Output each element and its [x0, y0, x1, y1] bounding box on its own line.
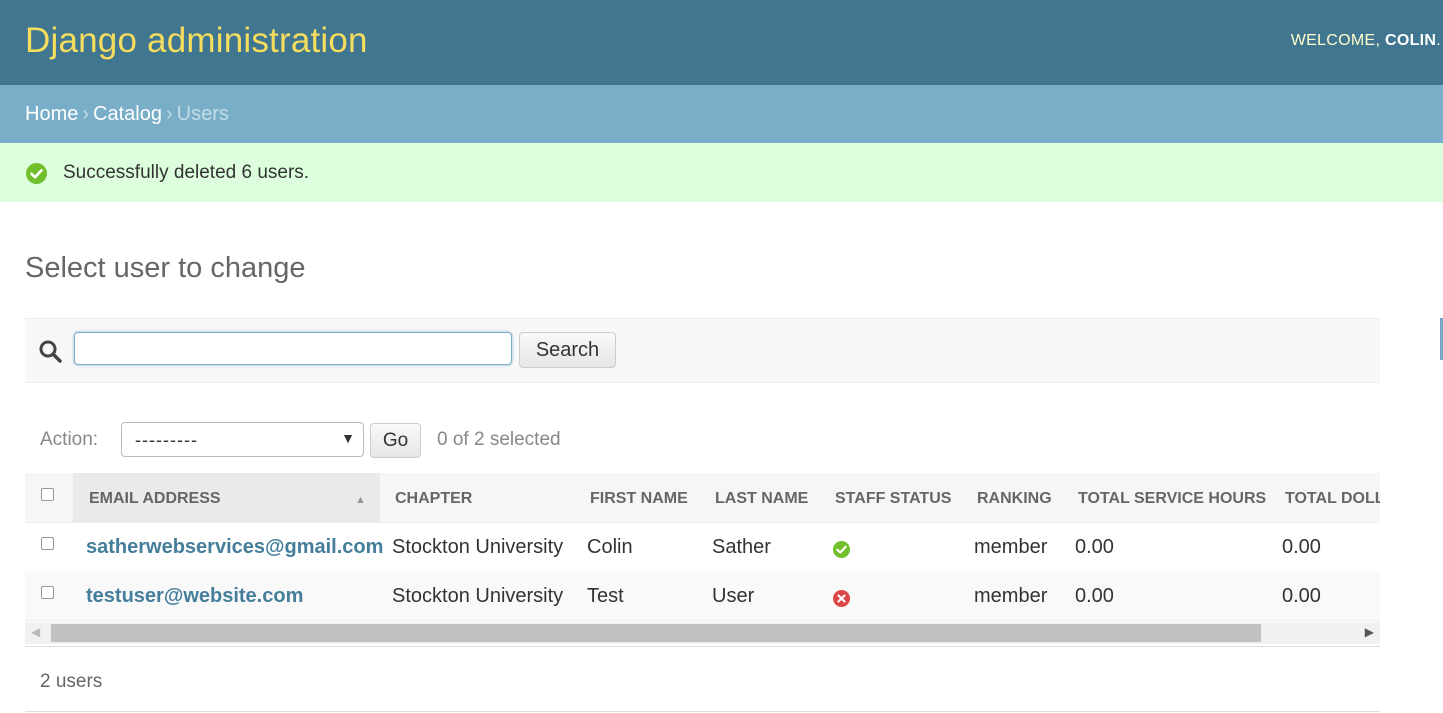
search-icon: [39, 340, 62, 363]
select-all-checkbox[interactable]: [41, 488, 54, 501]
scrollbar-thumb[interactable]: [51, 624, 1261, 642]
action-counter: 0 of 2 selected: [437, 429, 561, 450]
welcome-text: WELCOME,: [1290, 32, 1381, 49]
table-row: satherwebservices@gmail.com Stockton Uni…: [25, 522, 1380, 572]
breadcrumb-current: Users: [176, 103, 229, 125]
scroll-right-arrow-icon[interactable]: ▶: [1365, 625, 1374, 639]
column-header-total-service-hours[interactable]: TOTAL SERVICE HOURS: [1078, 490, 1266, 508]
results-table: EMAIL ADDRESS ▲ CHAPTER FIRST NAME LAST …: [25, 473, 1380, 621]
horizontal-scrollbar[interactable]: ◀ ▶: [25, 622, 1380, 644]
cell-last-name: User: [712, 585, 755, 607]
column-header-first-name[interactable]: FIRST NAME: [590, 490, 688, 508]
table-header: EMAIL ADDRESS ▲ CHAPTER FIRST NAME LAST …: [25, 473, 1380, 523]
action-label: Action:: [40, 429, 99, 450]
dropdown-arrow-icon: ▼: [341, 430, 355, 446]
search-input[interactable]: [74, 332, 512, 365]
site-title[interactable]: Django administration: [25, 21, 368, 61]
breadcrumb: Home › Catalog › Users: [0, 85, 1443, 143]
x-circle-icon: [833, 590, 850, 607]
breadcrumb-separator: ›: [165, 103, 173, 125]
cell-total-dollars: 0.00: [1282, 585, 1321, 607]
cell-ranking: member: [974, 585, 1048, 607]
column-header-email[interactable]: EMAIL ADDRESS: [89, 490, 221, 508]
check-circle-icon: [833, 541, 850, 558]
header: Django administration WELCOME, COLIN.: [0, 0, 1443, 85]
row-checkbox[interactable]: [41, 537, 54, 550]
user-email-link[interactable]: testuser@website.com: [86, 585, 303, 607]
go-button[interactable]: Go: [370, 423, 421, 458]
breadcrumb-home[interactable]: Home: [25, 103, 78, 125]
scroll-left-arrow-icon[interactable]: ◀: [31, 625, 40, 639]
check-circle-icon: [26, 163, 47, 184]
table-row: testuser@website.com Stockton University…: [25, 571, 1380, 621]
breadcrumb-separator: ›: [82, 103, 90, 125]
action-select-value: ---------: [135, 430, 198, 450]
search-button[interactable]: Search: [519, 332, 616, 368]
page-title: Select user to change: [25, 252, 306, 284]
cell-total-service-hours: 0.00: [1075, 585, 1114, 607]
cell-total-service-hours: 0.00: [1075, 536, 1114, 558]
result-count: 2 users: [40, 671, 103, 692]
success-message-text: Successfully deleted 6 users.: [63, 162, 310, 183]
column-header-staff-status[interactable]: STAFF STATUS: [835, 490, 951, 508]
column-header-chapter[interactable]: CHAPTER: [395, 490, 472, 508]
cell-chapter: Stockton University: [392, 585, 564, 607]
paginator: 2 users: [25, 646, 1380, 712]
action-select[interactable]: --------- ▼: [121, 422, 364, 457]
column-header-last-name[interactable]: LAST NAME: [715, 490, 808, 508]
sort-ascending-icon[interactable]: ▲: [355, 494, 366, 506]
search-toolbar: Search: [25, 318, 1380, 383]
column-header-ranking[interactable]: RANKING: [977, 490, 1052, 508]
cell-chapter: Stockton University: [392, 536, 564, 558]
user-email-link[interactable]: satherwebservices@gmail.com: [86, 536, 383, 558]
success-message: Successfully deleted 6 users.: [0, 143, 1443, 202]
username: COLIN: [1384, 32, 1437, 49]
cell-last-name: Sather: [712, 536, 771, 558]
column-header-total-dollars[interactable]: TOTAL DOLL...: [1285, 490, 1380, 508]
user-tools: WELCOME, COLIN.: [1291, 32, 1441, 50]
actions-bar: Action: --------- ▼ Go 0 of 2 selected: [25, 422, 1380, 462]
cell-total-dollars: 0.00: [1282, 536, 1321, 558]
cell-first-name: Colin: [587, 536, 633, 558]
row-checkbox[interactable]: [41, 586, 54, 599]
cell-first-name: Test: [587, 585, 624, 607]
breadcrumb-catalog[interactable]: Catalog: [93, 103, 162, 125]
user-tools-trail: .: [1436, 32, 1441, 49]
cell-ranking: member: [974, 536, 1048, 558]
